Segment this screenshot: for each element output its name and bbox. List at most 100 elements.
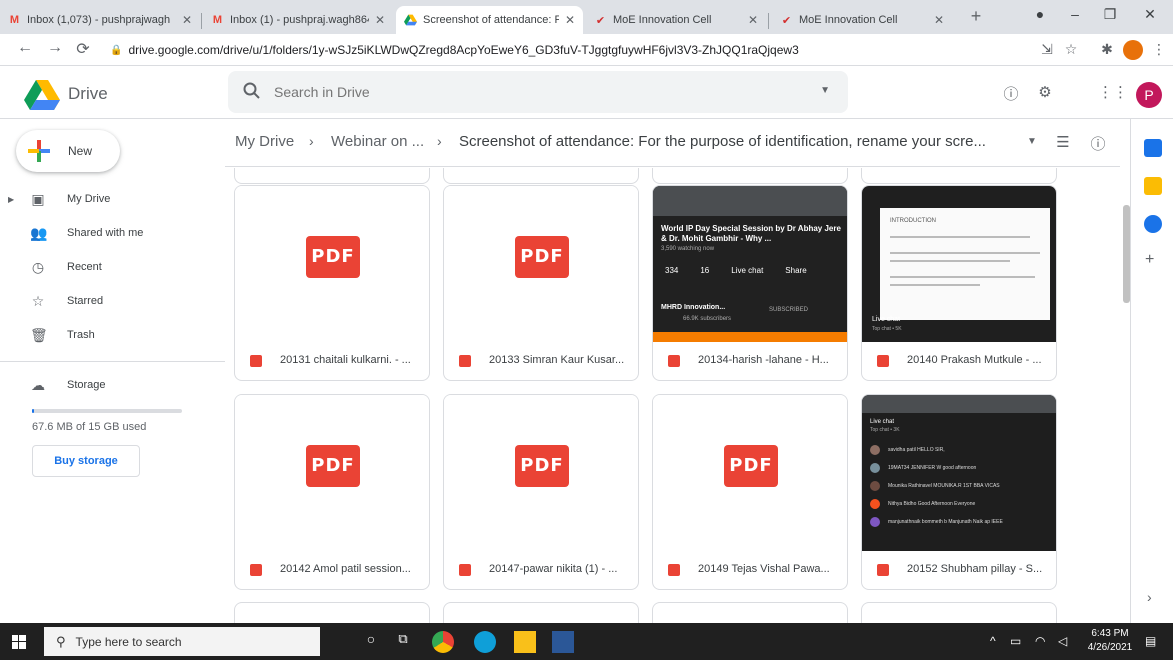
close-tab-icon[interactable]: ✕ <box>934 13 944 27</box>
breadcrumb-my-drive[interactable]: My Drive <box>235 133 294 150</box>
sidebar-item-trash[interactable]: 🗑 Trash <box>0 319 225 351</box>
file-card-partial[interactable] <box>652 168 848 184</box>
file-card[interactable]: INTRODUCTION Live chat Top chat • 5K 201… <box>861 185 1057 381</box>
sidebar-item-recent[interactable]: ◷ Recent <box>0 251 225 283</box>
system-clock[interactable]: 6:43 PM 4/26/2021 <box>1085 627 1135 655</box>
scrollbar-thumb[interactable] <box>1123 205 1130 303</box>
file-card[interactable]: PDF 20133 Simran Kaur Kusar... <box>443 185 639 381</box>
details-info-icon[interactable]: ⓘ <box>1088 133 1108 154</box>
windows-start-icon[interactable] <box>12 635 26 649</box>
file-name: 20147-pawar nikita (1) - ... <box>489 563 618 575</box>
file-card-partial[interactable] <box>443 168 639 184</box>
volume-icon[interactable]: ◁ <box>1058 634 1067 648</box>
browser-tab[interactable]: ✔ MoE Innovation Cell ✕ <box>772 6 952 34</box>
file-thumbnail: PDF <box>235 395 429 551</box>
edge-icon[interactable] <box>474 631 496 653</box>
file-card-partial[interactable] <box>443 602 639 623</box>
image-file-icon <box>877 564 889 576</box>
profile-dot-icon[interactable]: ● <box>1030 6 1050 22</box>
apps-grid-icon[interactable]: ⋮⋮ <box>1098 83 1128 105</box>
file-card[interactable]: PDF 20149 Tejas Vishal Pawa... <box>652 394 848 590</box>
expand-panel-chevron-icon[interactable]: › <box>1147 589 1152 605</box>
extensions-icon[interactable]: ✱ <box>1098 41 1116 58</box>
show-hidden-icons-chevron-icon[interactable]: ^ <box>990 634 996 648</box>
tasks-icon[interactable] <box>1144 215 1162 233</box>
sidebar-item-my-drive[interactable]: ▶ ▣ My Drive <box>0 183 225 215</box>
file-explorer-icon[interactable] <box>514 631 536 653</box>
wifi-icon[interactable]: ◠ <box>1035 634 1045 648</box>
sidebar-item-storage[interactable]: ☁ Storage <box>0 369 225 401</box>
breadcrumb-toolbar: My Drive › Webinar on ... › Screenshot o… <box>225 119 1120 167</box>
browser-profile-avatar[interactable] <box>1123 40 1143 60</box>
file-card[interactable]: PDF 20147-pawar nikita (1) - ... <box>443 394 639 590</box>
minimize-button[interactable]: – <box>1065 6 1085 22</box>
close-tab-icon[interactable]: ✕ <box>565 13 575 27</box>
file-card[interactable]: World IP Day Special Session by Dr Abhay… <box>652 185 848 381</box>
file-card-partial[interactable] <box>652 602 848 623</box>
breadcrumb-current-folder[interactable]: Screenshot of attendance: For the purpos… <box>459 133 1019 150</box>
browser-menu-icon[interactable]: ⋮ <box>1150 41 1168 58</box>
pdf-file-icon <box>250 355 262 367</box>
folder-menu-chevron-down-icon[interactable]: ▼ <box>1022 136 1042 147</box>
account-avatar[interactable]: P <box>1136 82 1162 108</box>
sidebar-item-starred[interactable]: ☆ Starred <box>0 285 225 317</box>
buy-storage-button[interactable]: Buy storage <box>32 445 140 477</box>
list-view-icon[interactable]: ☰ <box>1053 133 1073 151</box>
brand-title[interactable]: Drive <box>68 84 108 104</box>
search-bar[interactable]: ▼ <box>228 71 848 113</box>
image-file-icon <box>877 355 889 367</box>
file-thumbnail: Live chat Top chat • 3K savidha patil HE… <box>862 395 1056 551</box>
chrome-icon[interactable] <box>432 631 454 653</box>
breadcrumb-webinar[interactable]: Webinar on ... <box>331 133 424 150</box>
close-window-button[interactable]: ✕ <box>1140 6 1160 23</box>
new-tab-button[interactable]: + <box>964 6 988 27</box>
file-card[interactable]: PDF 20142 Amol patil session... <box>234 394 430 590</box>
search-icon[interactable] <box>242 81 262 101</box>
notifications-icon[interactable]: ▤ <box>1145 634 1156 648</box>
sidebar-divider <box>0 361 225 362</box>
browser-tab[interactable]: M Inbox (1,073) - pushprajwagh ✕ <box>0 6 200 34</box>
file-card-partial[interactable] <box>234 602 430 623</box>
pdf-badge-icon: PDF <box>724 445 778 487</box>
live-chat-screenshot-thumbnail: Live chat Top chat • 3K savidha patil HE… <box>862 395 1056 551</box>
reload-button[interactable]: ⟳ <box>72 39 94 59</box>
new-button[interactable]: New <box>16 130 120 172</box>
close-tab-icon[interactable]: ✕ <box>182 13 192 27</box>
back-button[interactable]: ← <box>14 39 36 57</box>
browser-tab[interactable]: M Inbox (1) - pushpraj.wagh864 ✕ <box>203 6 393 34</box>
restore-button[interactable]: ❐ <box>1100 6 1120 23</box>
taskbar-search-box[interactable]: ⚲ Type here to search <box>44 627 320 656</box>
calendar-icon[interactable] <box>1144 139 1162 157</box>
forward-button[interactable]: → <box>44 39 66 57</box>
install-app-icon[interactable]: ⇲ <box>1038 41 1056 58</box>
file-card-partial[interactable] <box>861 168 1057 184</box>
cortana-icon[interactable]: ○ <box>360 631 382 653</box>
close-tab-icon[interactable]: ✕ <box>375 13 385 27</box>
drive-logo-icon[interactable] <box>24 80 60 110</box>
add-addon-icon[interactable]: + <box>1145 251 1154 269</box>
browser-tab-active[interactable]: Screenshot of attendance: Fo ✕ <box>396 6 583 34</box>
file-name: 20149 Tejas Vishal Pawa... <box>698 563 830 575</box>
battery-icon[interactable]: ▭ <box>1010 634 1021 648</box>
file-name: 20133 Simran Kaur Kusar... <box>489 354 625 366</box>
search-input[interactable] <box>274 81 794 103</box>
close-tab-icon[interactable]: ✕ <box>748 13 758 27</box>
pdf-file-icon <box>250 564 262 576</box>
sidebar-item-shared[interactable]: 👥 Shared with me <box>0 217 225 249</box>
search-options-icon[interactable]: ▼ <box>820 85 830 96</box>
word-icon[interactable] <box>552 631 574 653</box>
browser-tab[interactable]: ✔ MoE Innovation Cell ✕ <box>586 6 766 34</box>
help-icon[interactable]: ⓘ <box>1000 83 1022 105</box>
file-footer: 20140 Prakash Mutkule - ... <box>862 342 1056 380</box>
file-card[interactable]: Live chat Top chat • 3K savidha patil HE… <box>861 394 1057 590</box>
settings-gear-icon[interactable]: ⚙ <box>1034 83 1056 105</box>
expand-caret-icon[interactable]: ▶ <box>8 195 14 204</box>
keep-icon[interactable] <box>1144 177 1162 195</box>
bookmark-star-icon[interactable]: ☆ <box>1062 41 1080 58</box>
task-view-icon[interactable]: ⧉ <box>392 631 414 653</box>
file-card-partial[interactable] <box>234 168 430 184</box>
file-card[interactable]: PDF 20131 chaitali kulkarni. - ... <box>234 185 430 381</box>
file-card-partial[interactable] <box>861 602 1057 623</box>
url-field[interactable]: 🔒 drive.google.com/drive/u/1/folders/1y-… <box>110 38 1020 62</box>
pdf-badge-icon: PDF <box>306 236 360 278</box>
